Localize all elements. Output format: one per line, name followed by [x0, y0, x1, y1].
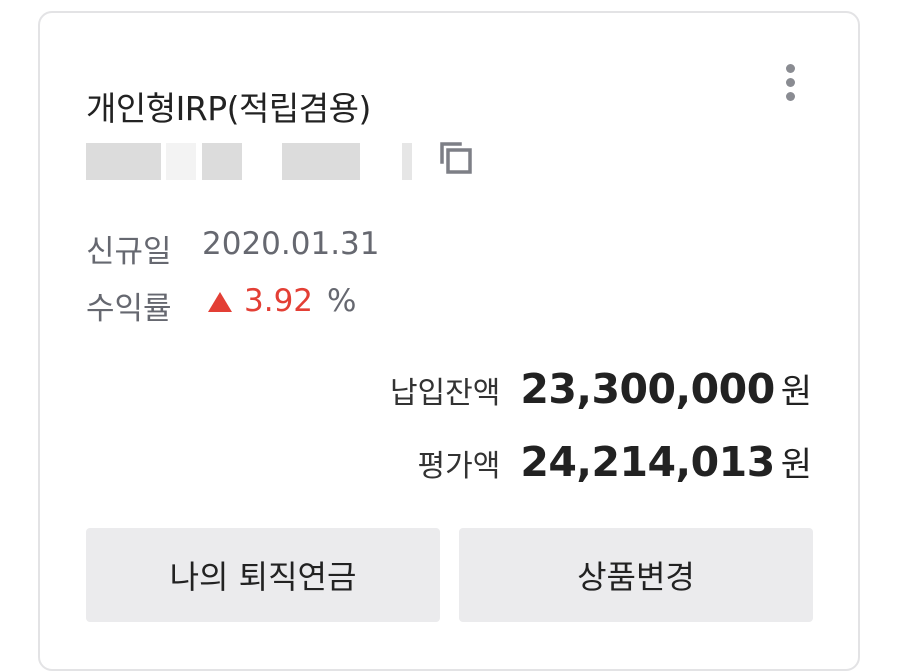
- change-product-button[interactable]: 상품변경: [459, 528, 813, 622]
- more-vertical-icon: [785, 63, 795, 73]
- paid-balance-row: 납입잔액 23,300,000 원: [390, 364, 812, 413]
- masked-segment: [86, 143, 161, 180]
- copy-account-button[interactable]: [436, 138, 478, 180]
- more-menu-button[interactable]: [770, 55, 810, 109]
- return-rate-unit: %: [327, 283, 357, 319]
- open-date-label: 신규일: [86, 234, 172, 270]
- return-rate-value: 3.92: [244, 283, 314, 319]
- masked-segment: [402, 143, 412, 180]
- triangle-up-icon: [208, 292, 232, 312]
- paid-balance-value: 23,300,000: [520, 365, 775, 413]
- copy-icon: [440, 142, 472, 174]
- my-pension-button[interactable]: 나의 퇴직연금: [86, 528, 440, 622]
- evaluation-label: 평가액: [417, 449, 501, 484]
- paid-balance-unit: 원: [780, 372, 812, 412]
- paid-balance-label: 납입잔액: [389, 376, 501, 411]
- evaluation-unit: 원: [780, 445, 812, 485]
- open-date-value: 2020.01.31: [202, 226, 380, 262]
- return-rate: 3.92 %: [208, 283, 357, 319]
- masked-segment: [202, 143, 242, 180]
- evaluation-row: 평가액 24,214,013 원: [418, 437, 812, 486]
- product-title: 개인형IRP(적립겸용): [86, 89, 371, 128]
- masked-segment: [166, 143, 196, 180]
- return-rate-label: 수익률: [86, 291, 172, 327]
- evaluation-value: 24,214,013: [520, 438, 775, 486]
- masked-segment: [282, 143, 360, 180]
